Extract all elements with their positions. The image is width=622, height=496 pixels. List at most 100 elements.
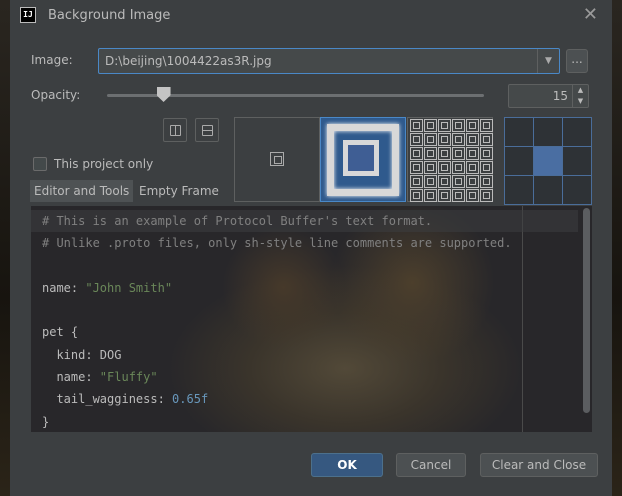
image-path-value[interactable]: D:\beijing\1004422as3R.jpg (99, 54, 537, 68)
tile-cell (410, 147, 423, 160)
code-line: } (42, 411, 578, 432)
tile-cell (438, 119, 451, 132)
tile-cell (424, 161, 437, 174)
tile-mode-icon (410, 119, 493, 202)
opacity-slider-thumb[interactable] (156, 87, 171, 102)
this-project-only-checkbox[interactable]: This project only (33, 157, 153, 171)
code-token: "John Smith" (85, 280, 173, 295)
image-label: Image: (31, 53, 73, 67)
tile-cell (410, 161, 423, 174)
tile-cell (452, 133, 465, 146)
background-image-dialog: IJ Background Image ✕ Image: D:\beijing\… (0, 0, 622, 496)
chevron-down-icon[interactable]: ▼ (537, 49, 559, 73)
tile-cell (480, 189, 493, 202)
tile-cell (410, 133, 423, 146)
tile-cell (466, 119, 479, 132)
flip-horizontal-icon (170, 125, 181, 136)
tile-cell (424, 175, 437, 188)
code-token: name: (42, 370, 100, 385)
plain-mode-icon (270, 152, 284, 166)
code-line: name: "John Smith" (42, 277, 578, 299)
anchor-cell-center[interactable] (534, 147, 562, 175)
clear-and-close-button[interactable]: Clear and Close (480, 453, 598, 477)
editor-preview: # This is an example of Protocol Buffer'… (31, 206, 592, 432)
code-token: } (42, 414, 50, 429)
preview-code: # This is an example of Protocol Buffer'… (31, 210, 578, 432)
anchor-cell-top[interactable] (534, 118, 562, 146)
code-token: 0.65f (172, 392, 209, 407)
code-line: kind: DOG (42, 344, 578, 366)
code-line: pet { (42, 321, 578, 343)
code-token: name: (42, 280, 86, 295)
tile-cell (452, 147, 465, 160)
dialog-title: Background Image (48, 7, 171, 23)
tile-cell (480, 133, 493, 146)
tile-cell (410, 119, 423, 132)
spinner-arrows-icon[interactable]: ▲ ▼ (572, 85, 588, 107)
opacity-slider[interactable] (107, 87, 484, 102)
tab-empty-frame[interactable]: Empty Frame (135, 180, 223, 202)
fill-mode-scale[interactable] (320, 117, 406, 202)
anchor-cell-top-left[interactable] (505, 118, 533, 146)
tile-cell (452, 119, 465, 132)
code-token: kind: DOG (42, 347, 122, 362)
tile-cell (466, 133, 479, 146)
tile-cell (410, 175, 423, 188)
cancel-button[interactable]: Cancel (396, 453, 466, 477)
anchor-cell-bottom-left[interactable] (505, 176, 533, 204)
fill-mode-plain[interactable] (234, 117, 320, 202)
tile-cell (438, 133, 451, 146)
tile-cell (438, 147, 451, 160)
tile-cell (480, 119, 493, 132)
tile-cell (452, 161, 465, 174)
tab-editor-and-tools[interactable]: Editor and Tools (30, 180, 134, 202)
tile-cell (438, 161, 451, 174)
opacity-value[interactable]: 15 (509, 89, 572, 103)
opacity-spinner[interactable]: 15 ▲ ▼ (508, 84, 589, 108)
tile-cell (466, 175, 479, 188)
tile-cell (480, 175, 493, 188)
tile-cell (466, 147, 479, 160)
browse-button[interactable]: ... (566, 49, 588, 73)
scale-mode-icon (327, 124, 399, 196)
ok-button[interactable]: OK (311, 453, 383, 477)
flip-vertical-icon (202, 125, 213, 136)
tile-cell (466, 161, 479, 174)
checkbox-box[interactable] (33, 157, 47, 171)
fill-mode-tile[interactable] (407, 117, 493, 202)
tile-cell (452, 189, 465, 202)
anchor-cell-top-right[interactable] (563, 118, 591, 146)
title-bar: IJ Background Image ✕ (10, 0, 612, 30)
tile-cell (424, 147, 437, 160)
tile-cell (466, 189, 479, 202)
anchor-cell-right[interactable] (563, 147, 591, 175)
code-line: # Unlike .proto files, only sh-style lin… (42, 232, 578, 254)
tile-cell (424, 189, 437, 202)
code-line: tail_wagginess: 0.65f (42, 388, 578, 410)
tile-cell (438, 189, 451, 202)
code-line: # This is an example of Protocol Buffer'… (31, 210, 578, 233)
flip-horizontal-button[interactable] (163, 118, 187, 142)
this-project-only-label[interactable]: This project only (54, 157, 153, 171)
flip-vertical-button[interactable] (195, 118, 219, 142)
anchor-cell-left[interactable] (505, 147, 533, 175)
anchor-cell-bottom-right[interactable] (563, 176, 591, 204)
code-token: tail_wagginess: (42, 392, 173, 407)
close-icon[interactable]: ✕ (583, 4, 598, 25)
tile-cell (424, 119, 437, 132)
code-token: pet { (42, 325, 79, 340)
tile-cell (424, 133, 437, 146)
tile-cell (410, 189, 423, 202)
code-token: # Unlike .proto files, only sh-style lin… (42, 236, 512, 251)
code-token: "Fluffy" (99, 370, 158, 385)
image-path-combobox[interactable]: D:\beijing\1004422as3R.jpg ▼ (98, 48, 560, 74)
anchor-cell-bottom[interactable] (534, 176, 562, 204)
code-token: # This is an example of Protocol Buffer'… (42, 214, 433, 228)
code-line: name: "Fluffy" (42, 366, 578, 388)
preview-scrollbar[interactable] (583, 208, 590, 413)
opacity-label: Opacity: (31, 88, 81, 102)
tile-cell (452, 175, 465, 188)
anchor-position-grid[interactable] (504, 117, 592, 205)
